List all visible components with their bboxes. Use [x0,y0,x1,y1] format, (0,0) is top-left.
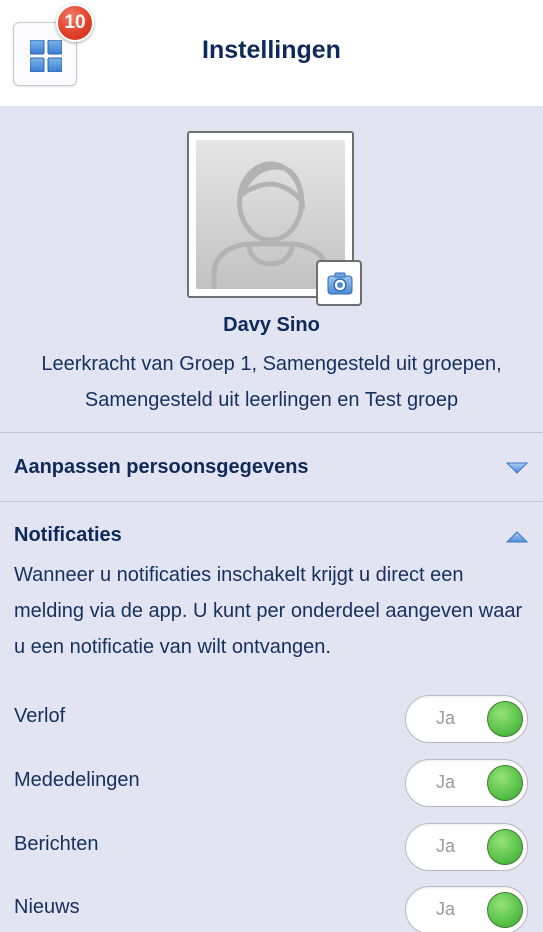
personal-details-title: Aanpassen persoonsgegevens [14,456,309,478]
change-photo-button[interactable] [316,260,362,306]
chevron-up-icon[interactable] [506,531,528,543]
verlof-toggle[interactable]: Ja [405,695,528,743]
toggle-value: Ja [436,836,456,856]
toggle-knob [487,892,523,928]
mededelingen-toggle[interactable]: Ja [405,759,528,807]
toggle-knob [487,829,523,865]
toggle-value: Ja [436,772,456,792]
nieuws-toggle[interactable]: Ja [405,886,528,932]
chevron-down-icon[interactable] [506,462,528,474]
toggle-knob [487,701,523,737]
personal-details-section[interactable]: Aanpassen persoonsgegevens [0,434,543,502]
camera-icon [327,272,353,295]
toggle-label: Berichten [14,833,99,855]
toggle-label: Nieuws [14,896,80,918]
profile-name: Davy Sino [223,314,320,336]
toggle-label: Verlof [14,705,66,727]
toggle-knob [487,765,523,801]
notifications-title: Notificaties [14,524,122,546]
berichten-toggle[interactable]: Ja [405,823,528,871]
toggle-row-mededelingen: Mededelingen Ja [0,755,543,811]
toggle-row-verlof: Verlof Ja [0,691,543,747]
profile-section: Davy Sino Leerkracht van Groep 1, Sameng… [0,106,543,433]
toggle-value: Ja [436,899,456,919]
toggle-value: Ja [436,708,456,728]
app-header: 10 Instellingen [0,0,543,106]
profile-role: Leerkracht van Groep 1, Samengesteld uit… [10,346,533,418]
toggle-row-nieuws: Nieuws Ja [0,882,543,932]
page-title: Instellingen [202,36,341,64]
role-line-1: Leerkracht van Groep 1, Samengesteld uit… [41,353,502,375]
role-line-2: Samengesteld uit leerlingen en Test groe… [84,389,459,411]
toggle-row-berichten: Berichten Ja [0,819,543,875]
toggle-label: Mededelingen [14,769,140,791]
notifications-description: Wanneer u notificaties inschakelt krijgt… [14,564,523,658]
